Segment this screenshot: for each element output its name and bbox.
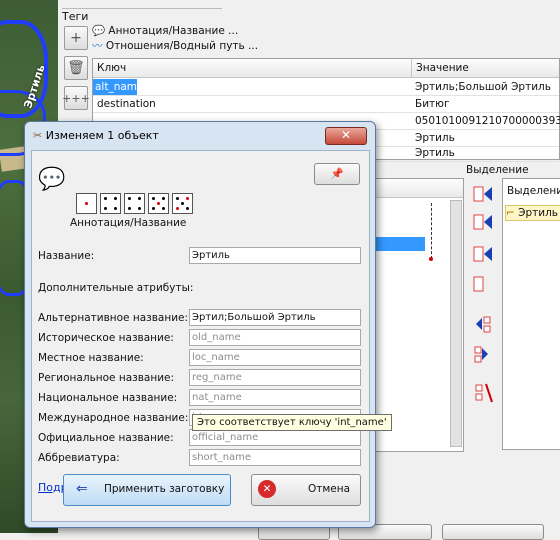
reg-name-field[interactable]: reg_name (189, 369, 361, 386)
remove-member-icon[interactable] (472, 382, 494, 404)
move-up-icon[interactable] (472, 184, 494, 206)
preset-type-multipolygon-icon (172, 193, 193, 214)
old-name-label: Историческое название: (38, 332, 174, 344)
tag-value[interactable]: Эртиль (415, 145, 455, 161)
tag-value[interactable]: Битюг (415, 96, 450, 112)
loc-name-field[interactable]: loc_name (189, 349, 361, 366)
waterway-icon: 〰 (92, 40, 103, 52)
way-icon: ⌐ (506, 207, 515, 219)
preset-name: Аннотация/Название (70, 217, 187, 229)
delete-tag-button[interactable]: 🗑 (64, 56, 88, 80)
add-tag-button[interactable]: + (64, 26, 88, 50)
apply-arrow-icon: ⇐ (76, 481, 88, 497)
add-member-after-icon[interactable] (472, 344, 494, 366)
nat-name-label: Национальное название: (38, 392, 178, 404)
tag-key[interactable]: destination (97, 96, 156, 112)
edit-object-dialog: ✂ Изменяем 1 объект ✕ 💬 Аннотация/Назван… (24, 121, 376, 528)
tag-summary-annotation[interactable]: 💬 Аннотация/Название ... (92, 24, 238, 38)
tag-value[interactable]: 05010100912107000003934 (415, 113, 560, 129)
field-tooltip: Это соответствует ключу 'int_name' (192, 414, 392, 431)
table-header: Ключ Значение (93, 59, 559, 78)
short-name-label: Аббревиатура: (38, 452, 120, 464)
name-field[interactable]: Эртиль (189, 247, 361, 264)
tag-summary-text: Отношения/Водный путь ... (105, 40, 259, 52)
tag-summary-text: Аннотация/Название ... (108, 25, 239, 37)
name-label: Название: (38, 250, 95, 262)
nat-name-field[interactable]: nat_name (189, 389, 361, 406)
top-divider (62, 0, 222, 9)
dialog-body: 💬 Аннотация/Название 📌 Название: Эртиль … (31, 150, 370, 522)
selection-item[interactable]: ⌐ Эртиль (505, 205, 560, 221)
cancel-button[interactable]: ✕ Отмена (251, 474, 361, 506)
connection-point (429, 257, 433, 261)
scrollbar[interactable] (450, 200, 462, 447)
old-name-field[interactable]: old_name (189, 329, 361, 346)
bottom-button[interactable] (442, 524, 544, 540)
cancel-icon: ✕ (258, 480, 276, 498)
preset-type-node-icon (76, 193, 97, 214)
speech-bubble-icon: 💬 (38, 167, 66, 192)
preset-type-closedway-icon (124, 193, 145, 214)
tag-summary-relation[interactable]: 〰 Отношения/Водный путь ... (92, 39, 258, 53)
tags-label: Теги (62, 10, 89, 23)
table-row[interactable]: alt_name Эртиль;Большой Эртиль (93, 79, 559, 96)
tag-value[interactable]: Эртиль (415, 130, 455, 146)
official-name-label: Официальное название: (38, 432, 174, 444)
trash-icon: 🗑 (67, 60, 85, 76)
connection-line (431, 203, 433, 259)
cancel-label: Отмена (308, 483, 351, 495)
short-name-field[interactable]: short_name (189, 449, 361, 466)
extra-attributes-header: Дополнительные атрибуты: (38, 282, 194, 294)
pin-preset-button[interactable]: 📌 (314, 163, 360, 185)
column-key[interactable]: Ключ (97, 59, 126, 77)
close-icon: ✕ (340, 128, 352, 142)
table-row[interactable]: destination Битюг (93, 96, 559, 113)
tag-key[interactable]: alt_name (93, 79, 137, 95)
tag-value[interactable]: Эртиль;Большой Эртиль (415, 79, 551, 95)
int-name-label: Международное название: (38, 412, 189, 424)
apply-preset-button[interactable]: ⇐ Применить заготовку (63, 474, 231, 506)
plus-icon: + (70, 30, 82, 46)
preset-type-way-icon (100, 193, 121, 214)
selection-item-label: Эртиль (518, 207, 558, 219)
speech-bubble-icon: 💬 (92, 25, 106, 37)
pin-icon: 📌 (330, 168, 344, 180)
apply-preset-label: Применить заготовку (104, 483, 225, 495)
selection-label: Выделение (466, 164, 529, 176)
multi-plus-icon: +++ (62, 91, 90, 105)
move-top-icon[interactable] (472, 244, 494, 266)
dialog-title-bar[interactable]: ✂ Изменяем 1 объект (33, 126, 159, 146)
josm-app-icon: ✂ (33, 129, 43, 142)
column-value[interactable]: Значение (411, 59, 469, 77)
dialog-title: Изменяем 1 объект (45, 129, 159, 142)
alt-name-field[interactable]: Эртил;Большой Эртиль (189, 309, 361, 326)
official-name-field[interactable]: official_name (189, 429, 361, 446)
selection-list: Выделение ⌐ Эртиль (502, 178, 560, 450)
alt-name-label: Альтернативное название: (38, 312, 189, 324)
add-member-before-icon[interactable] (472, 314, 494, 336)
selection-header: Выделение (507, 185, 560, 197)
close-button[interactable]: ✕ (325, 127, 367, 145)
move-down-icon[interactable] (472, 212, 494, 234)
edit-tags-button[interactable]: +++ (62, 86, 90, 110)
move-bottom-icon[interactable] (472, 274, 494, 296)
reg-name-label: Региональное название: (38, 372, 175, 384)
loc-name-label: Местное название: (38, 352, 144, 364)
preset-type-relation-icon (148, 193, 169, 214)
